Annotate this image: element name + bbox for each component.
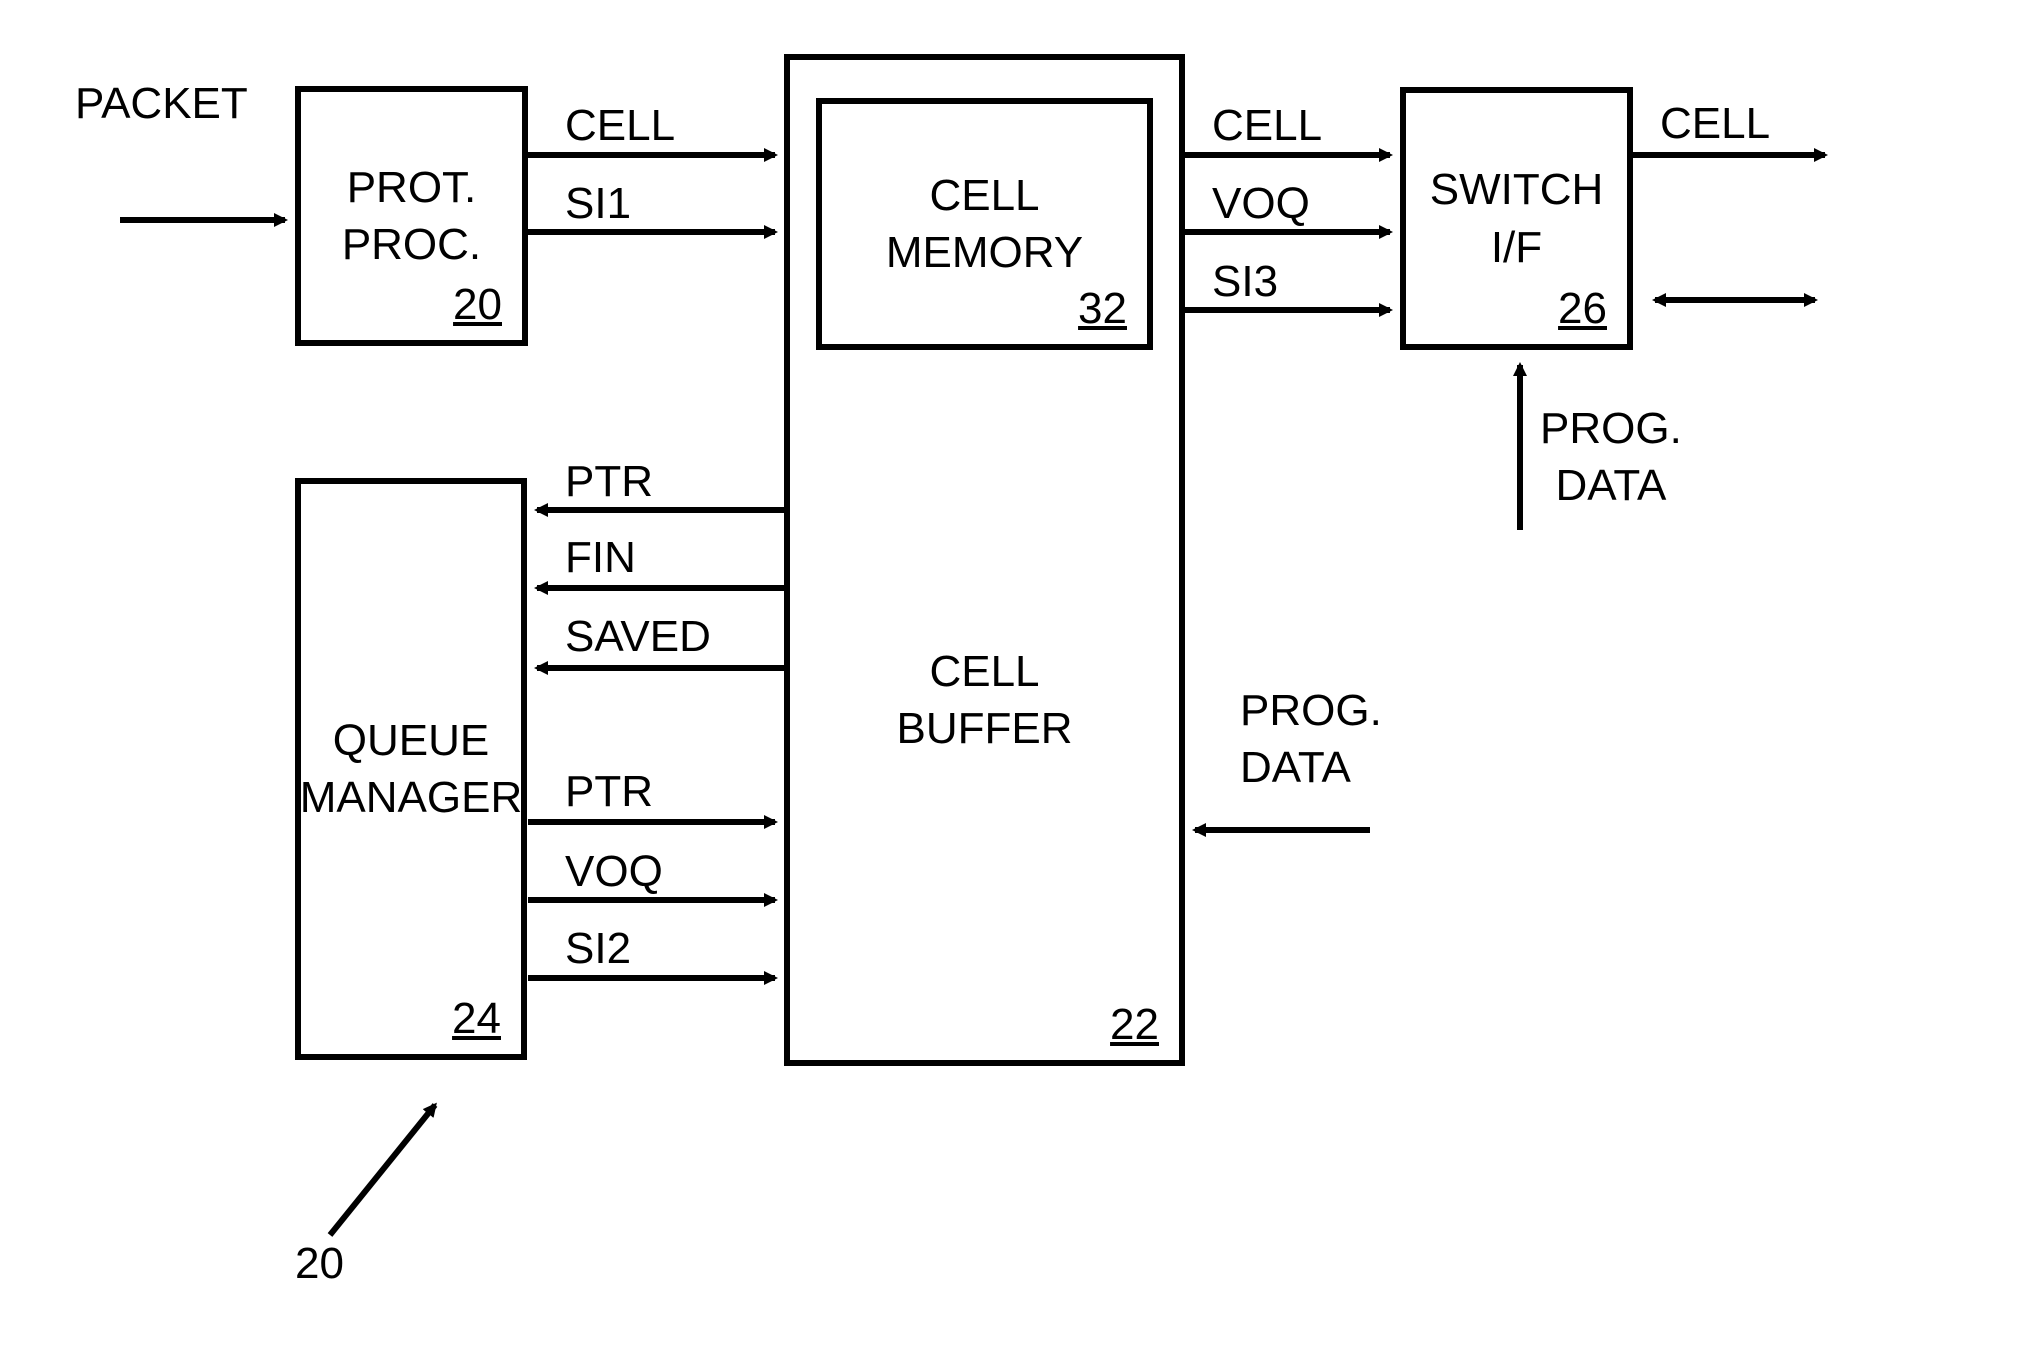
cell-memory-line1: CELL	[929, 171, 1039, 220]
diagram-canvas: PROT. PROC. 20 QUEUE MANAGER 24 CELLBUFF…	[0, 0, 2043, 1370]
cell-buffer-label: CELLBUFFER	[897, 643, 1073, 757]
ptr-bottom-label: PTR	[565, 763, 653, 820]
cell-cb-sw-label: CELL	[1212, 97, 1322, 154]
cell-memory-label: CELL MEMORY	[886, 167, 1083, 281]
prot-proc-line2: PROC.	[342, 220, 481, 269]
cell-memory-line2: MEMORY	[886, 228, 1083, 277]
fin-label: FIN	[565, 529, 636, 586]
si2-label: SI2	[565, 920, 631, 977]
ptr-top-label: PTR	[565, 453, 653, 510]
switch-if-box: SWITCH I/F 26	[1400, 87, 1633, 350]
prot-proc-box: PROT. PROC. 20	[295, 86, 528, 346]
prot-proc-num: 20	[453, 280, 502, 330]
voq-qm-label: VOQ	[565, 843, 663, 900]
si1-label: SI1	[565, 175, 631, 232]
switch-if-line2: I/F	[1491, 223, 1542, 272]
prot-proc-line1: PROT.	[347, 163, 477, 212]
cell-buffer-num: 22	[1110, 1000, 1159, 1050]
prog-data-cb-label: PROG.DATA	[1240, 682, 1382, 796]
switch-if-label: SWITCH I/F	[1430, 161, 1604, 275]
queue-manager-line1: QUEUE	[333, 716, 489, 765]
cell-memory-box: CELL MEMORY 32	[816, 98, 1153, 350]
switch-if-line1: SWITCH	[1430, 165, 1604, 214]
queue-manager-line2: MANAGER	[300, 773, 522, 822]
prot-proc-label: PROT. PROC.	[342, 159, 481, 273]
packet-label: PACKET	[75, 75, 248, 132]
prog-data-sw-label: PROG.DATA	[1540, 400, 1682, 514]
cell-out-label: CELL	[1660, 95, 1770, 152]
queue-manager-num: 24	[452, 994, 501, 1044]
figure-num-label: 20	[295, 1235, 344, 1292]
saved-label: SAVED	[565, 608, 711, 665]
arrow-fig-num	[330, 1105, 435, 1235]
queue-manager-label: QUEUE MANAGER	[300, 712, 522, 826]
cell-memory-num: 32	[1078, 284, 1127, 334]
voq-sw-label: VOQ	[1212, 175, 1310, 232]
si3-sw-label: SI3	[1212, 253, 1278, 310]
switch-if-num: 26	[1558, 284, 1607, 334]
queue-manager-box: QUEUE MANAGER 24	[295, 478, 527, 1060]
cell-pp-cb-label: CELL	[565, 97, 675, 154]
